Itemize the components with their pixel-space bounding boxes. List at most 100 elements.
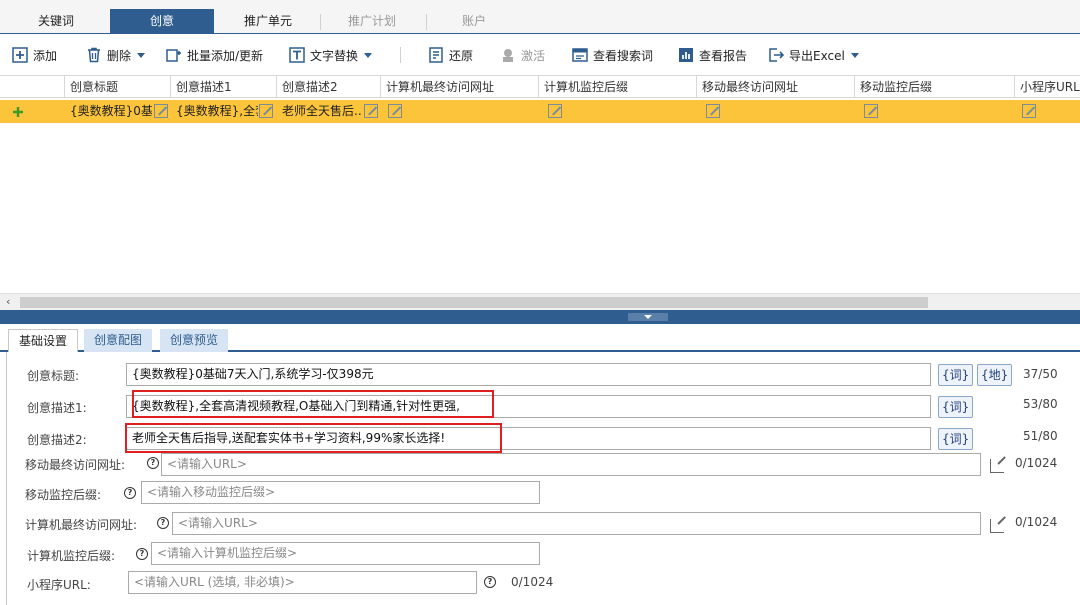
delete-button[interactable]: 删除 bbox=[86, 46, 146, 64]
add-label: 添加 bbox=[33, 48, 58, 63]
scrollbar-thumb[interactable] bbox=[20, 297, 928, 308]
collapse-handle[interactable] bbox=[628, 313, 668, 321]
highlight-box bbox=[125, 423, 502, 453]
insert-place-button[interactable]: {地} bbox=[977, 364, 1013, 386]
text-replace-button[interactable]: 文字替换 bbox=[289, 46, 373, 64]
pc-suffix-label: 计算机监控后缀: bbox=[27, 549, 116, 563]
mini-url-char-count: 0/1024 bbox=[511, 575, 554, 589]
restore-button[interactable]: 还原 bbox=[428, 46, 473, 64]
activate-icon bbox=[500, 47, 516, 63]
bar-chart-icon bbox=[678, 47, 694, 63]
tab-divider bbox=[320, 14, 321, 30]
col-mobile-tracking-suffix[interactable]: 移动监控后缀 bbox=[854, 76, 1014, 98]
insert-word-button[interactable]: {词} bbox=[938, 364, 974, 386]
edit-icon[interactable] bbox=[154, 104, 168, 118]
highlight-box bbox=[132, 390, 494, 418]
mini-url-label: 小程序URL: bbox=[27, 578, 91, 592]
text-replace-label: 文字替换 bbox=[310, 48, 359, 63]
pc-url-label: 计算机最终访问网址: bbox=[25, 518, 138, 532]
add-row-icon[interactable] bbox=[11, 105, 25, 119]
restore-label: 还原 bbox=[449, 48, 474, 63]
col-pc-final-url[interactable]: 计算机最终访问网址 bbox=[380, 76, 538, 98]
col-creative-title[interactable]: 创意标题 bbox=[64, 76, 170, 98]
grid-header-blank bbox=[0, 76, 64, 98]
activate-button[interactable]: 激活 bbox=[500, 46, 545, 64]
mobile-url-input[interactable]: <请输入URL> bbox=[161, 453, 981, 476]
edit-icon[interactable] bbox=[706, 104, 720, 118]
edit-icon[interactable] bbox=[259, 104, 273, 118]
edit-icon[interactable] bbox=[548, 104, 562, 118]
edit-icon[interactable] bbox=[1022, 104, 1036, 118]
edit-icon[interactable] bbox=[364, 104, 378, 118]
mobile-suffix-label: 移动监控后缀: bbox=[25, 488, 102, 502]
help-icon[interactable]: ? bbox=[136, 548, 148, 560]
tab-creative[interactable]: 创意 bbox=[110, 9, 214, 34]
mini-url-input[interactable]: <请输入URL (选填, 非必填)> bbox=[128, 571, 477, 594]
col-mobile-final-url[interactable]: 移动最终访问网址 bbox=[696, 76, 854, 98]
title-char-count: 37/50 bbox=[1023, 367, 1058, 381]
help-icon[interactable]: ? bbox=[147, 457, 159, 469]
cell-desc1[interactable]: {奥数教程},全套... bbox=[176, 100, 258, 123]
export-excel-label: 导出Excel bbox=[789, 48, 845, 63]
grid-body bbox=[0, 123, 1080, 293]
text-replace-icon bbox=[289, 47, 305, 63]
chevron-down-icon[interactable] bbox=[137, 52, 146, 58]
cell-creative-title[interactable]: {奥数教程}0基... bbox=[70, 100, 152, 123]
pc-url-char-count: 0/1024 bbox=[1015, 515, 1058, 529]
toolbar-divider bbox=[400, 47, 401, 63]
external-link-icon[interactable] bbox=[990, 519, 1004, 533]
view-report-button[interactable]: 查看报告 bbox=[678, 46, 747, 64]
mobile-suffix-input[interactable]: <请输入移动监控后缀> bbox=[141, 481, 540, 504]
help-icon[interactable]: ? bbox=[124, 487, 136, 499]
horizontal-scrollbar[interactable]: ‹ bbox=[0, 293, 1080, 310]
insert-word-button[interactable]: {词} bbox=[938, 428, 974, 450]
batch-add-button[interactable]: 批量添加/更新 bbox=[166, 46, 263, 64]
desc1-label: 创意描述1: bbox=[27, 401, 87, 415]
tab-creative-image[interactable]: 创意配图 bbox=[84, 329, 153, 352]
view-search-terms-button[interactable]: 查看搜索词 bbox=[572, 46, 653, 64]
col-mini-program-url[interactable]: 小程序URL bbox=[1014, 76, 1080, 98]
add-button[interactable]: 添加 bbox=[12, 46, 57, 64]
tab-creative-preview[interactable]: 创意预览 bbox=[160, 329, 229, 352]
grid-header: 创意标题 创意描述1 创意描述2 计算机最终访问网址 计算机监控后缀 移动最终访… bbox=[0, 76, 1080, 98]
chevron-down-icon[interactable] bbox=[850, 52, 859, 58]
chevron-down-icon[interactable] bbox=[364, 52, 373, 58]
pc-suffix-input[interactable]: <请输入计算机监控后缀> bbox=[151, 542, 540, 565]
tab-divider bbox=[426, 14, 427, 30]
tab-basic-settings[interactable]: 基础设置 bbox=[8, 329, 79, 352]
tab-campaign[interactable]: 推广计划 bbox=[328, 9, 416, 34]
desc1-char-count: 53/80 bbox=[1023, 397, 1058, 411]
plus-box-icon bbox=[12, 47, 28, 63]
export-excel-button[interactable]: 导出Excel bbox=[768, 46, 859, 64]
basic-settings-form: 创意标题: {奥数教程}0基础7天入门,系统学习-仅398元 {词} {地} 3… bbox=[6, 352, 1080, 605]
help-icon[interactable]: ? bbox=[157, 517, 169, 529]
view-search-terms-label: 查看搜索词 bbox=[593, 48, 654, 63]
tab-keywords[interactable]: 关键词 bbox=[14, 9, 98, 34]
export-icon bbox=[768, 47, 785, 63]
title-label: 创意标题: bbox=[27, 369, 80, 383]
pc-url-input[interactable]: <请输入URL> bbox=[172, 512, 981, 535]
mobile-url-char-count: 0/1024 bbox=[1015, 456, 1058, 470]
tab-account[interactable]: 账户 bbox=[434, 9, 514, 34]
restore-icon bbox=[428, 47, 444, 63]
col-pc-tracking-suffix[interactable]: 计算机监控后缀 bbox=[538, 76, 696, 98]
panel-splitter[interactable] bbox=[0, 310, 1080, 324]
top-tab-bar: 关键词 创意 推广单元 推广计划 账户 bbox=[0, 0, 1080, 34]
desc2-label: 创意描述2: bbox=[27, 433, 87, 447]
scroll-left-icon[interactable]: ‹ bbox=[6, 295, 10, 308]
edit-icon[interactable] bbox=[864, 104, 878, 118]
help-icon[interactable]: ? bbox=[484, 576, 496, 588]
view-report-label: 查看报告 bbox=[699, 48, 748, 63]
external-link-icon[interactable] bbox=[990, 459, 1004, 473]
table-row[interactable]: {奥数教程}0基... {奥数教程},全套... 老师全天售后... bbox=[0, 100, 1080, 123]
mobile-url-label: 移动最终访问网址: bbox=[25, 458, 126, 472]
title-input[interactable]: {奥数教程}0基础7天入门,系统学习-仅398元 bbox=[126, 363, 931, 386]
edit-icon[interactable] bbox=[388, 104, 402, 118]
col-desc1[interactable]: 创意描述1 bbox=[170, 76, 276, 98]
tab-ad-group[interactable]: 推广单元 bbox=[224, 9, 312, 34]
batch-add-label: 批量添加/更新 bbox=[187, 48, 264, 63]
col-desc2[interactable]: 创意描述2 bbox=[276, 76, 380, 98]
trash-icon bbox=[86, 47, 102, 63]
insert-word-button[interactable]: {词} bbox=[938, 396, 974, 418]
cell-desc2[interactable]: 老师全天售后... bbox=[282, 100, 362, 123]
